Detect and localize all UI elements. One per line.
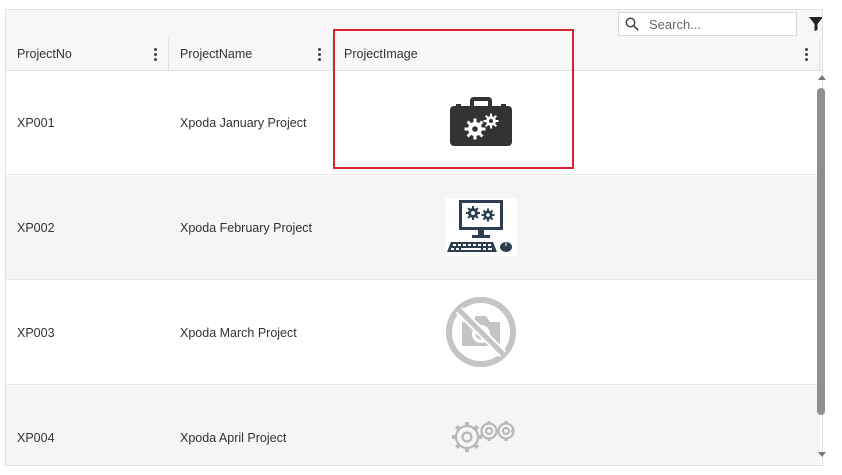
column-menu-icon[interactable] xyxy=(316,46,322,62)
toolbox-gears-icon xyxy=(450,97,512,146)
no-camera-icon xyxy=(446,297,516,367)
cell-projectimage xyxy=(445,90,517,154)
gears-icon xyxy=(452,421,515,452)
cell-projectimage xyxy=(445,195,517,259)
search-input[interactable] xyxy=(647,15,781,33)
cell-projectno: XP002 xyxy=(17,221,55,235)
column-header-label: ProjectNo xyxy=(17,47,72,61)
cell-projectname: Xpoda March Project xyxy=(180,326,297,340)
scroll-up-arrow-icon[interactable] xyxy=(818,75,826,80)
column-header-label: ProjectImage xyxy=(344,47,418,61)
grid-body: XP001 Xpoda January Project XP002 Xpoda … xyxy=(6,71,820,465)
cell-projectname: Xpoda February Project xyxy=(180,221,313,235)
column-menu-icon[interactable] xyxy=(803,46,809,62)
scrollbar-thumb[interactable] xyxy=(817,88,825,415)
cell-projectname: Xpoda January Project xyxy=(180,116,307,130)
table-row[interactable]: XP004 Xpoda April Project xyxy=(6,386,820,465)
grid-header: ProjectNo ProjectName ProjectImage xyxy=(6,38,822,71)
cell-projectname: Xpoda April Project xyxy=(180,431,287,445)
cell-projectno: XP004 xyxy=(17,431,55,445)
table-row[interactable]: XP003 Xpoda March Project xyxy=(6,281,820,385)
column-header-projectname[interactable]: ProjectName xyxy=(169,38,333,70)
table-row[interactable]: XP001 Xpoda January Project xyxy=(6,71,820,175)
column-header-projectimage[interactable]: ProjectImage xyxy=(333,38,820,70)
search-box[interactable] xyxy=(618,12,797,36)
scroll-down-arrow-icon[interactable] xyxy=(818,452,826,457)
vertical-scrollbar[interactable] xyxy=(816,69,828,461)
column-menu-icon[interactable] xyxy=(152,46,158,62)
filter-icon[interactable] xyxy=(808,16,823,32)
column-header-label: ProjectName xyxy=(180,47,253,61)
table-row[interactable]: XP002 Xpoda February Project xyxy=(6,176,820,280)
computer-gears-icon xyxy=(445,198,517,256)
column-header-projectno[interactable]: ProjectNo xyxy=(6,38,169,70)
cell-projectimage xyxy=(445,297,517,367)
search-icon xyxy=(625,17,639,31)
grid-toolbar xyxy=(6,10,822,39)
data-grid: ProjectNo ProjectName ProjectImage XP001… xyxy=(5,9,823,466)
cell-projectno: XP001 xyxy=(17,116,55,130)
cell-projectimage xyxy=(445,405,517,465)
cell-projectno: XP003 xyxy=(17,326,55,340)
